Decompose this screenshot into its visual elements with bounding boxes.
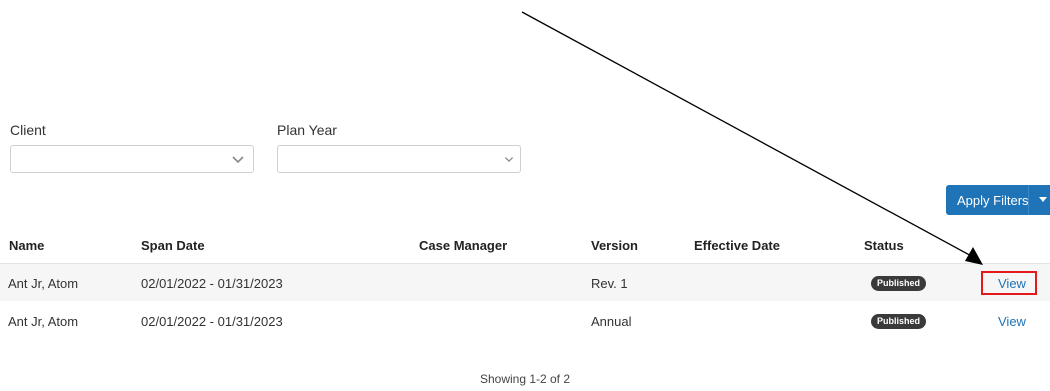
arrowhead-icon bbox=[965, 247, 983, 265]
arrow-line bbox=[521, 11, 976, 259]
annotation-arrow bbox=[521, 11, 983, 265]
